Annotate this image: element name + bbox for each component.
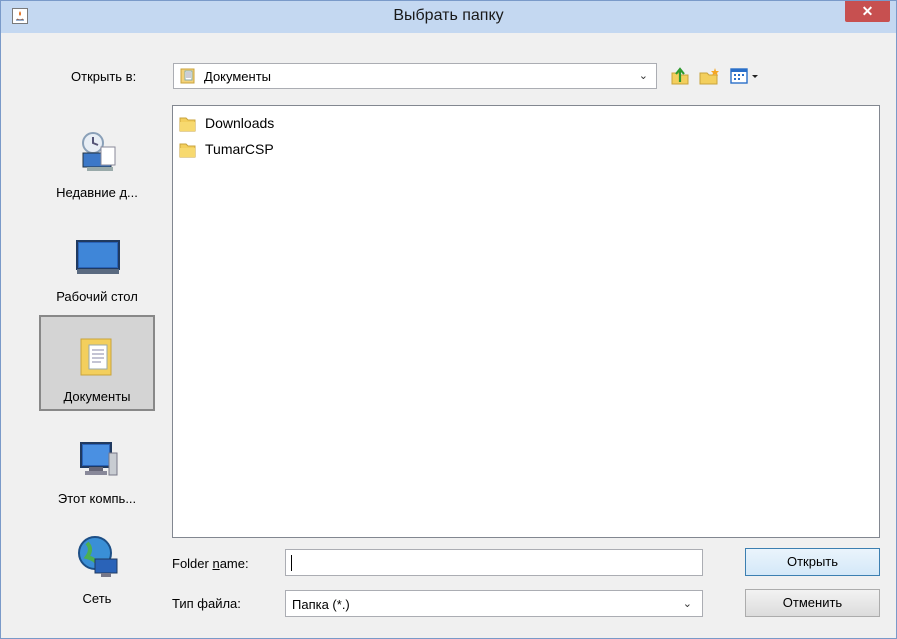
view-list-icon: [730, 68, 758, 84]
folder-name-label-suffix: ame:: [219, 556, 249, 571]
place-label: Сеть: [82, 591, 112, 606]
place-this-pc[interactable]: Этот компь...: [39, 419, 155, 515]
chevron-down-icon: ⌄: [638, 70, 648, 82]
place-label: Недавние д...: [56, 185, 138, 200]
place-desktop[interactable]: Рабочий стол: [39, 217, 155, 313]
title-bar[interactable]: Выбрать папку ✕: [1, 1, 896, 33]
folder-icon: [179, 116, 197, 135]
folder-icon: [179, 142, 197, 161]
documents-folder-icon: [180, 68, 196, 87]
place-label: Документы: [63, 389, 131, 404]
chevron-down-icon: ⌄: [682, 598, 692, 610]
close-button[interactable]: ✕: [845, 1, 890, 22]
folder-name-label-mnemonic: n: [212, 556, 220, 571]
view-menu-button[interactable]: [729, 65, 763, 87]
up-folder-icon: [671, 67, 689, 85]
file-name: Downloads: [205, 115, 275, 131]
recent-documents-icon: [82, 132, 116, 171]
folder-name-input[interactable]: [285, 549, 703, 576]
file-name: TumarCSP: [205, 141, 274, 157]
text-caret: [291, 555, 292, 571]
desktop-icon: [76, 240, 120, 274]
network-globe-icon: [78, 536, 118, 577]
documents-folder-icon: [80, 338, 112, 376]
folder-name-label: Folder name:: [172, 556, 249, 571]
new-folder-icon: [699, 68, 719, 85]
places-bar: Недавние д... Рабочий стол Документы Это…: [37, 105, 157, 617]
file-list[interactable]: Downloads TumarCSP: [172, 105, 880, 538]
computer-icon: [80, 442, 118, 476]
file-type-label: Тип файла:: [172, 596, 241, 611]
place-documents[interactable]: Документы: [39, 315, 155, 411]
cancel-button[interactable]: Отменить: [745, 589, 880, 617]
place-recent[interactable]: Недавние д...: [39, 113, 155, 209]
choose-folder-dialog: Выбрать папку ✕ Открыть в: Документы ⌄ Н…: [0, 0, 897, 639]
up-one-level-button[interactable]: [669, 65, 691, 87]
file-type-combobox[interactable]: Папка (*.) ⌄: [285, 590, 703, 617]
file-type-value: Папка (*.): [292, 597, 350, 612]
create-new-folder-button[interactable]: [698, 65, 722, 87]
look-in-value: Документы: [204, 69, 272, 84]
open-button[interactable]: Открыть: [745, 548, 880, 576]
place-network[interactable]: Сеть: [39, 519, 155, 615]
look-in-label: Открыть в:: [71, 69, 137, 84]
window-title: Выбрать папку: [393, 7, 504, 24]
folder-name-label-prefix: Folder: [172, 556, 213, 571]
place-label: Этот компь...: [57, 491, 137, 506]
look-in-combobox[interactable]: Документы ⌄: [173, 63, 657, 89]
place-label: Рабочий стол: [56, 289, 138, 304]
